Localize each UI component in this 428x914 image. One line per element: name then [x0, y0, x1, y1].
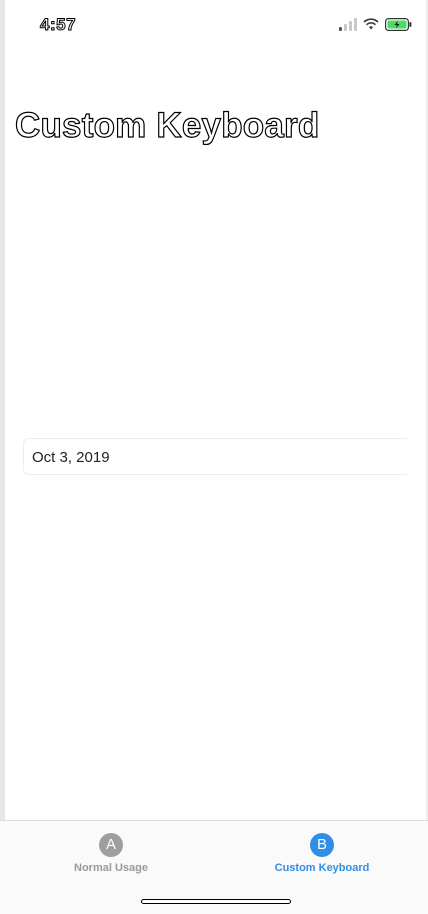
tab-normal-usage[interactable]: A Normal Usage — [31, 833, 191, 874]
status-icons — [339, 17, 412, 31]
left-edge-divider — [0, 0, 5, 914]
home-indicator[interactable] — [141, 899, 291, 904]
tab-custom-keyboard[interactable]: B Custom Keyboard — [242, 833, 402, 874]
app-screen: 4:57 Custom Keyboard Oct 3, 2019 A Norma… — [0, 0, 428, 914]
tab-normal-usage-label: Normal Usage — [74, 862, 148, 874]
status-bar: 4:57 — [0, 0, 428, 52]
tab-a-badge-icon: A — [99, 833, 123, 857]
battery-charging-icon — [385, 17, 412, 31]
date-field-value: Oct 3, 2019 — [32, 449, 110, 466]
tab-custom-keyboard-label: Custom Keyboard — [274, 862, 370, 874]
status-time: 4:57 — [39, 15, 77, 35]
cellular-signal-icon — [339, 17, 357, 31]
date-input-field[interactable]: Oct 3, 2019 — [23, 438, 407, 475]
page-title: Custom Keyboard — [14, 105, 320, 145]
wifi-icon — [363, 18, 379, 30]
tab-b-badge-icon: B — [310, 833, 334, 857]
